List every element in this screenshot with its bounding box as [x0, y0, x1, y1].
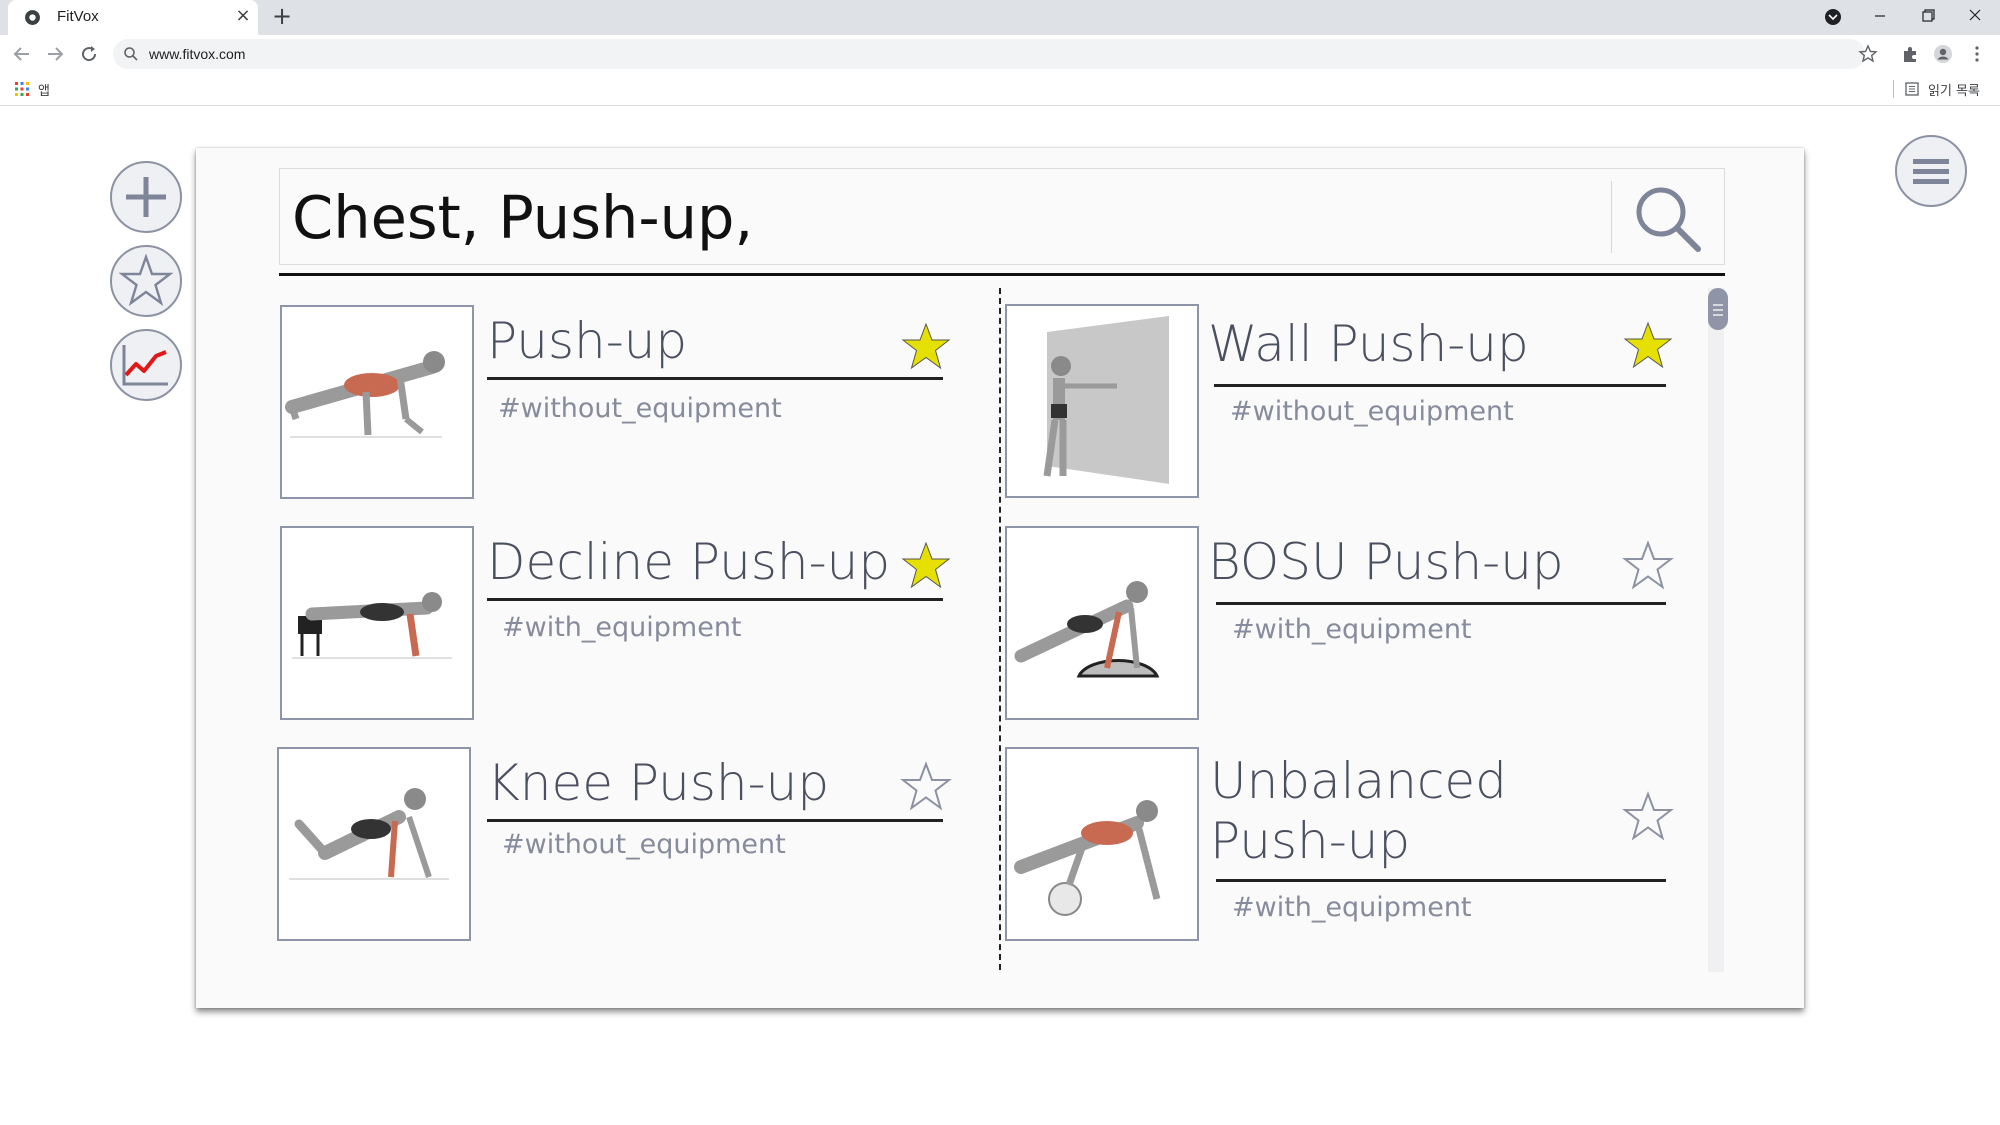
search-underline	[279, 273, 1725, 276]
more-options-icon[interactable]	[1967, 44, 1987, 64]
favorite-star-empty-icon[interactable]	[1622, 540, 1674, 592]
exercise-name: Decline Push-up	[487, 533, 891, 591]
scroll-grip-line	[1713, 314, 1723, 316]
unbalanced-push-up-figure-icon	[1014, 800, 1161, 916]
bookmarks-separator	[1893, 80, 1894, 98]
exercise-name: BOSU Push-up	[1208, 533, 1564, 591]
reading-list-label[interactable]: 읽기 목록	[1928, 80, 1980, 99]
extensions-icon[interactable]	[1900, 44, 1920, 64]
forward-arrow-icon[interactable]	[43, 42, 67, 66]
profile-dropdown-icon[interactable]	[1810, 0, 1856, 35]
chart-icon	[122, 345, 168, 386]
decline-push-up-figure-icon	[292, 592, 452, 659]
bookmarks-bar: 앱 읽기 목록	[0, 73, 2000, 106]
exercise-name: Knee Push-up	[487, 754, 830, 812]
exercise-underline	[1216, 602, 1666, 605]
exercise-tag[interactable]: #with_equipment	[1232, 614, 1472, 645]
knee-push-up-figure-icon	[289, 788, 449, 880]
browser-tab[interactable]: FitVox ×	[8, 0, 258, 35]
plus-icon	[126, 177, 166, 217]
close-window-icon[interactable]	[1952, 0, 1998, 35]
browser-tab-strip: FitVox × +	[0, 0, 2000, 35]
exercise-thumbnail	[1005, 304, 1199, 498]
exercise-name: Wall Push-up	[1208, 315, 1529, 373]
wall-push-up-figure-icon	[1043, 316, 1169, 484]
exercise-underline	[487, 819, 943, 822]
add-button[interactable]	[110, 161, 182, 233]
exercise-tag[interactable]: #with_equipment	[502, 612, 742, 643]
exercise-tag[interactable]: #with_equipment	[1232, 892, 1472, 923]
new-tab-button[interactable]: +	[270, 2, 294, 30]
search-input[interactable]	[292, 177, 1582, 257]
exercise-name-line1: Unbalanced	[1210, 752, 1507, 810]
menu-button[interactable]	[1895, 135, 1967, 207]
tab-title: FitVox	[57, 8, 99, 25]
favorite-star-empty-icon[interactable]	[900, 761, 952, 813]
apps-label[interactable]: 앱	[38, 80, 50, 99]
search-icon[interactable]	[1630, 181, 1706, 257]
favorites-button[interactable]	[110, 245, 182, 317]
browser-toolbar: www.fitvox.com	[0, 35, 2000, 73]
favorite-star-empty-icon[interactable]	[1622, 791, 1674, 843]
reload-icon[interactable]	[77, 42, 101, 66]
profile-avatar-icon[interactable]	[1933, 44, 1953, 64]
exercise-tag[interactable]: #without_equipment	[502, 829, 786, 860]
column-separator	[999, 288, 1001, 970]
hamburger-icon	[1913, 159, 1949, 184]
exercise-thumbnail	[1005, 747, 1199, 941]
restore-icon[interactable]	[1905, 0, 1951, 35]
exercise-underline	[1216, 879, 1666, 882]
exercise-underline	[1214, 384, 1666, 387]
chrome-favicon-icon	[25, 10, 40, 25]
search-box	[279, 168, 1725, 265]
back-arrow-icon[interactable]	[10, 42, 34, 66]
apps-grid-icon[interactable]	[14, 81, 30, 97]
stats-button[interactable]	[110, 329, 182, 401]
exercise-name: Push-up	[487, 312, 688, 370]
scrollbar-track[interactable]	[1708, 288, 1724, 972]
favorite-star-filled-icon[interactable]	[900, 540, 952, 592]
minimize-icon[interactable]	[1857, 0, 1903, 35]
exercise-underline	[487, 598, 943, 601]
scrollbar-thumb[interactable]	[1708, 288, 1728, 330]
scroll-grip-line	[1713, 309, 1723, 311]
exercise-underline	[487, 377, 943, 380]
star-icon	[118, 253, 174, 307]
tab-close-button[interactable]: ×	[232, 5, 254, 26]
exercise-tag[interactable]: #without_equipment	[1230, 396, 1514, 427]
favorite-star-filled-icon[interactable]	[900, 321, 952, 373]
exercise-thumbnail	[277, 747, 471, 941]
bosu-push-up-figure-icon	[1014, 581, 1160, 678]
exercise-search-panel: Push-up #without_equipment Decline Push-…	[196, 148, 1804, 1008]
search-small-icon	[124, 47, 138, 61]
exercise-tag[interactable]: #without_equipment	[498, 393, 782, 424]
exercise-name-line2: Push-up	[1210, 812, 1411, 870]
push-up-figure-icon	[285, 351, 445, 438]
reading-list-icon[interactable]	[1905, 82, 1919, 96]
scroll-grip-line	[1713, 304, 1723, 306]
search-divider	[1611, 181, 1612, 253]
favorite-star-filled-icon[interactable]	[1622, 320, 1674, 372]
exercise-thumbnail	[280, 305, 474, 499]
address-bar[interactable]: www.fitvox.com	[113, 39, 1865, 69]
bookmark-star-icon[interactable]	[1858, 44, 1878, 64]
exercise-thumbnail	[280, 526, 474, 720]
url-text: www.fitvox.com	[149, 46, 246, 62]
exercise-thumbnail	[1005, 526, 1199, 720]
